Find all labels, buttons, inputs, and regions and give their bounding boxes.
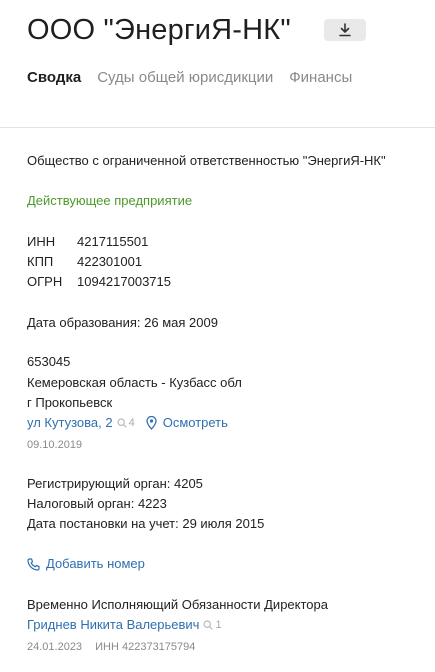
- director-name-row: Гриднев Никита Валерьевич 1: [27, 615, 222, 635]
- inn-label: ИНН: [27, 234, 56, 249]
- registering-body: Регистрирующий орган: 4205: [27, 476, 203, 491]
- kpp-label: КПП: [27, 254, 54, 269]
- inn-value: 4217115501: [77, 234, 149, 249]
- phone-icon: [27, 557, 40, 571]
- ogrn-row: ОГРН 1094217003715: [27, 272, 171, 292]
- director-position: Временно Исполняющий Обязанности Директо…: [27, 597, 328, 612]
- address-postcode: 653045: [27, 354, 71, 369]
- tab-finance[interactable]: Финансы: [289, 68, 352, 90]
- ogrn-label: ОГРН: [27, 274, 63, 289]
- add-phone-row[interactable]: Добавить номер: [27, 554, 145, 574]
- kpp-value: 422301001: [77, 254, 143, 269]
- view-link[interactable]: Осмотреть: [163, 413, 228, 433]
- street-search-count[interactable]: 4: [116, 413, 135, 433]
- street-link[interactable]: ул Кутузова, 2: [27, 413, 113, 433]
- location-pin-icon: [146, 416, 157, 430]
- header: ООО "ЭнергиЯ-НК": [27, 12, 435, 52]
- address-region: Кемеровская область - Кузбасс обл: [27, 375, 242, 390]
- director-count-value: 1: [215, 619, 222, 631]
- download-icon: [339, 23, 351, 37]
- tax-registration-date: Дата постановки на учет: 29 июля 2015: [27, 516, 265, 531]
- tab-bar: Сводка Суды общей юрисдикции Финансы: [27, 68, 368, 90]
- address-street-row: ул Кутузова, 2 4 Осмотреть: [27, 413, 228, 433]
- company-full-name: Общество с ограниченной ответственностью…: [27, 153, 386, 168]
- director-meta: 24.01.2023 ИНН 422373175794: [27, 637, 195, 657]
- view-on-map[interactable]: Осмотреть: [146, 413, 228, 433]
- street-count-value: 4: [128, 417, 135, 429]
- add-phone-link[interactable]: Добавить номер: [46, 554, 145, 574]
- inn-row: ИНН 4217115501: [27, 232, 148, 252]
- download-button[interactable]: [324, 19, 366, 41]
- search-icon: [203, 620, 214, 630]
- director-inn: ИНН 422373175794: [95, 641, 196, 653]
- divider: [0, 127, 435, 128]
- tab-summary[interactable]: Сводка: [27, 68, 81, 90]
- founded-date: Дата образования: 26 мая 2009: [27, 315, 218, 330]
- director-date: 24.01.2023: [27, 641, 83, 653]
- company-title: ООО "ЭнергиЯ-НК": [27, 14, 291, 46]
- kpp-row: КПП 422301001: [27, 252, 142, 272]
- status-badge: Действующее предприятие: [27, 193, 193, 208]
- ogrn-value: 1094217003715: [77, 274, 171, 289]
- address-date: 09.10.2019: [27, 439, 83, 451]
- director-search-count[interactable]: 1: [203, 615, 222, 635]
- address-city: г Прокопьевск: [27, 395, 113, 410]
- tab-courts[interactable]: Суды общей юрисдикции: [97, 68, 273, 90]
- director-name-link[interactable]: Гриднев Никита Валерьевич: [27, 615, 199, 635]
- tax-body: Налоговый орган: 4223: [27, 496, 167, 511]
- search-icon: [116, 418, 127, 428]
